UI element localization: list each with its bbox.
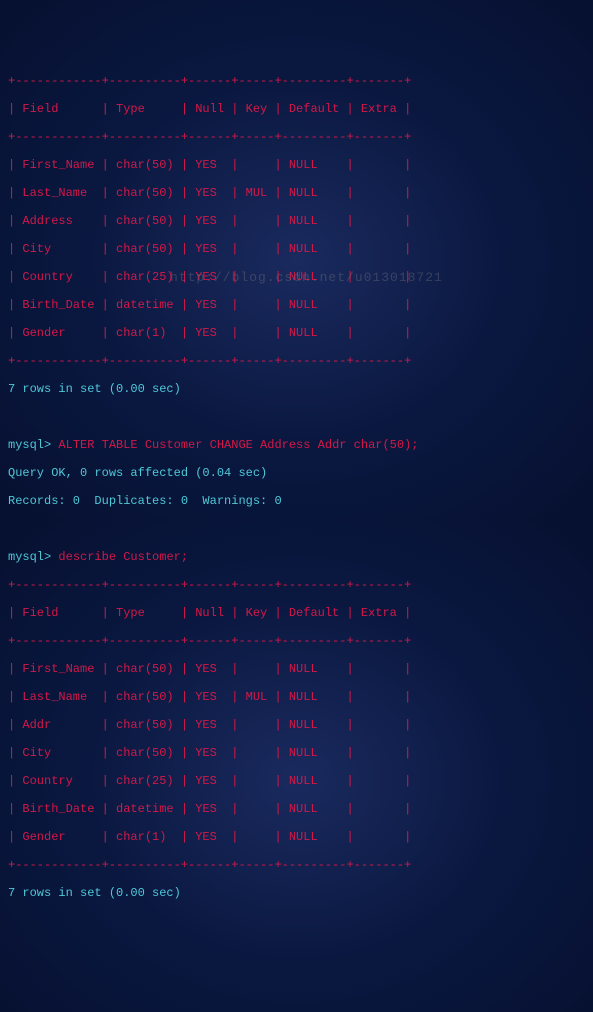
mysql-command: mysql> ALTER TABLE Customer CHANGE Addre… [8, 438, 585, 452]
blank-line [8, 522, 585, 536]
table-row: | Last_Name | char(50) | YES | MUL | NUL… [8, 186, 585, 200]
table-row: | Gender | char(1) | YES | | NULL | | [8, 830, 585, 844]
mysql-prompt: mysql> [8, 550, 58, 564]
table-border: +------------+----------+------+-----+--… [8, 74, 585, 88]
blank-line [8, 410, 585, 424]
table-border: +------------+----------+------+-----+--… [8, 578, 585, 592]
table-row: | Birth_Date | datetime | YES | | NULL |… [8, 298, 585, 312]
table-header: | Field | Type | Null | Key | Default | … [8, 102, 585, 116]
table-row: | City | char(50) | YES | | NULL | | [8, 242, 585, 256]
table-row: | City | char(50) | YES | | NULL | | [8, 746, 585, 760]
mysql-prompt: mysql> [8, 438, 58, 452]
mysql-command: mysql> describe Customer; [8, 550, 585, 564]
table-row: | Addr | char(50) | YES | | NULL | | [8, 718, 585, 732]
terminal-output: +------------+----------+------+-----+--… [8, 60, 585, 914]
rows-summary: 7 rows in set (0.00 sec) [8, 886, 585, 900]
rows-summary: 7 rows in set (0.00 sec) [8, 382, 585, 396]
table-row: | First_Name | char(50) | YES | | NULL |… [8, 662, 585, 676]
table-row: | Birth_Date | datetime | YES | | NULL |… [8, 802, 585, 816]
table-border: +------------+----------+------+-----+--… [8, 858, 585, 872]
table-row: | Last_Name | char(50) | YES | MUL | NUL… [8, 690, 585, 704]
table-border: +------------+----------+------+-----+--… [8, 130, 585, 144]
query-result: Query OK, 0 rows affected (0.04 sec) [8, 466, 585, 480]
table-row: | First_Name | char(50) | YES | | NULL |… [8, 158, 585, 172]
table-border: +------------+----------+------+-----+--… [8, 354, 585, 368]
sql-statement: describe Customer; [58, 550, 188, 564]
query-result: Records: 0 Duplicates: 0 Warnings: 0 [8, 494, 585, 508]
table-row: | Gender | char(1) | YES | | NULL | | [8, 326, 585, 340]
table-border: +------------+----------+------+-----+--… [8, 634, 585, 648]
watermark-text: http://blog.csdn.net/u013018721 [170, 270, 443, 285]
sql-statement: ALTER TABLE Customer CHANGE Address Addr… [58, 438, 418, 452]
table-row: | Address | char(50) | YES | | NULL | | [8, 214, 585, 228]
table-header: | Field | Type | Null | Key | Default | … [8, 606, 585, 620]
table-row: | Country | char(25) | YES | | NULL | | [8, 774, 585, 788]
